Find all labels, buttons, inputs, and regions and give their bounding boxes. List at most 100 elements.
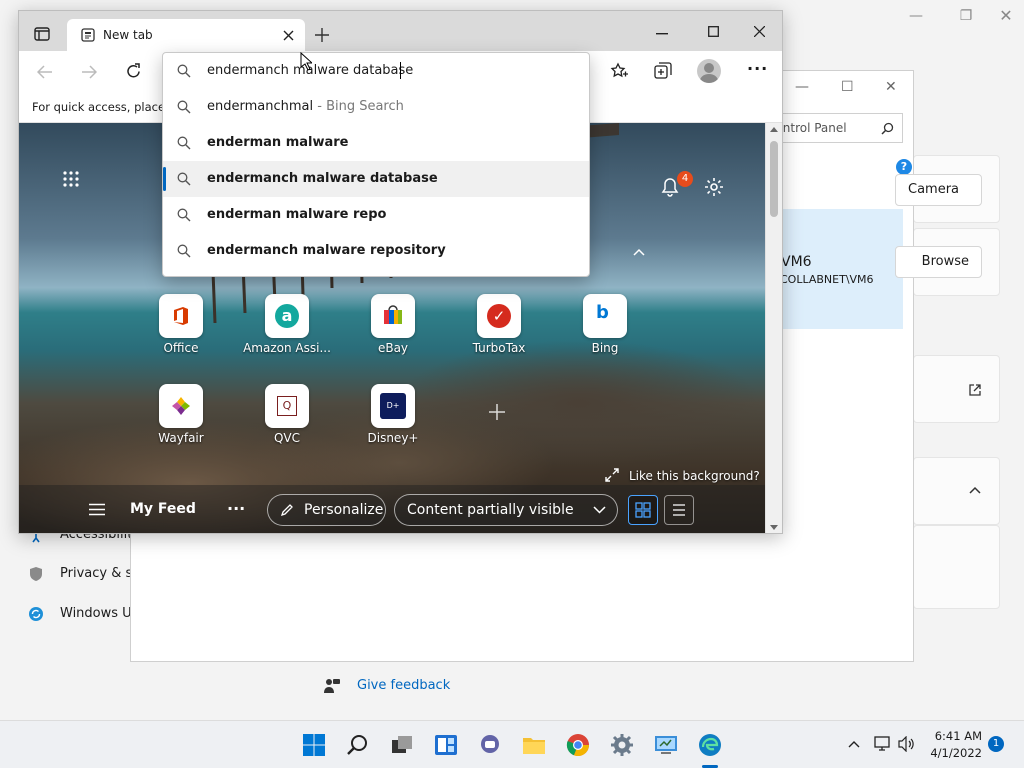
menu-hamburger-icon[interactable]	[89, 503, 105, 516]
office-icon	[174, 307, 188, 325]
browse-files-button[interactable]: Browse files	[895, 246, 982, 278]
tile-bing[interactable]: b	[583, 294, 627, 338]
tile-label-qvc: QVC	[273, 431, 301, 445]
account-domain: COLLABNET\VM6	[780, 273, 874, 286]
search-icon	[177, 64, 191, 78]
nav-item-privacy[interactable]: Privacy & security	[60, 566, 130, 581]
page-settings-gear-icon[interactable]	[704, 177, 724, 197]
suggestion-item[interactable]: endermanch malware database	[163, 161, 589, 197]
tile-office[interactable]	[159, 294, 203, 338]
chevron-up-icon[interactable]	[968, 485, 982, 495]
scrollbar-thumb[interactable]	[770, 141, 778, 217]
suggestion-query: endermanch malware database	[207, 171, 438, 186]
cp-maximize-button[interactable]: ☐	[841, 79, 854, 95]
network-icon[interactable]	[874, 736, 892, 752]
give-feedback-link[interactable]: Give feedback	[357, 678, 450, 693]
volume-icon[interactable]	[898, 736, 916, 752]
notification-center-badge[interactable]: 1	[988, 736, 1004, 752]
search-icon	[177, 244, 191, 258]
collapse-chevron-up-icon[interactable]	[633, 248, 645, 256]
refresh-icon[interactable]	[125, 63, 142, 80]
settings-and-more-icon[interactable]: ···	[747, 59, 768, 78]
help-icon[interactable]: ?	[896, 159, 912, 175]
personalize-button[interactable]: Personalize	[267, 494, 386, 526]
selected-indicator	[163, 167, 166, 191]
widgets-icon[interactable]	[434, 733, 458, 757]
like-background-link[interactable]: Like this background?	[629, 469, 760, 483]
minimize-icon[interactable]	[656, 33, 668, 35]
maximize-icon[interactable]	[708, 26, 719, 37]
address-bar[interactable]: endermanch malware database	[163, 53, 589, 89]
collections-icon[interactable]	[654, 62, 672, 80]
cp-search-input[interactable]: Search Control Panel	[782, 121, 847, 135]
suggestion-item[interactable]: enderman malware repo	[163, 197, 589, 233]
tile-turbotax[interactable]: ✓	[477, 294, 521, 338]
settings-card	[913, 457, 1000, 525]
account-panel: VM6 COLLABNET\VM6	[780, 209, 903, 329]
tile-qvc[interactable]: Q	[265, 384, 309, 428]
suggestion-source: - Bing Search	[313, 99, 404, 114]
feed-more-options-icon[interactable]: ···	[227, 499, 245, 518]
personalize-label: Personalize	[304, 502, 384, 518]
cp-search-box[interactable]: Search Control Panel	[781, 113, 903, 143]
tile-disney[interactable]: D+	[371, 384, 415, 428]
grid-layout-button[interactable]	[628, 495, 658, 525]
tab-title: New tab	[103, 28, 153, 42]
settings-close-button[interactable]: ✕	[996, 6, 1016, 26]
favorites-icon[interactable]	[610, 62, 628, 80]
list-layout-button[interactable]	[664, 495, 694, 525]
close-window-icon[interactable]	[754, 26, 765, 37]
expand-background-icon[interactable]	[605, 468, 619, 482]
qvc-icon: Q	[277, 396, 297, 416]
suggestion-item[interactable]: endermanchmal - Bing Search	[163, 89, 589, 125]
address-bar-dropdown: endermanch malware database endermanchma…	[162, 52, 590, 277]
new-tab-plus-icon[interactable]	[315, 28, 329, 42]
page-scrollbar[interactable]	[765, 123, 782, 533]
settings-maximize-button[interactable]: ❐	[956, 6, 976, 26]
show-hidden-icons-chevron-icon[interactable]	[848, 740, 860, 748]
chrome-icon[interactable]	[566, 733, 590, 757]
tab-actions-icon[interactable]	[34, 27, 50, 41]
settings-window-controls: — ❐ ✕	[884, 0, 1024, 34]
profile-avatar[interactable]	[697, 59, 721, 83]
cp-close-button[interactable]: ✕	[885, 79, 897, 95]
add-site-plus-icon[interactable]	[488, 403, 506, 421]
list-layout-icon	[673, 504, 685, 516]
suggestion-item[interactable]: endermanch malware repository	[163, 233, 589, 269]
close-tab-icon[interactable]	[283, 30, 294, 41]
start-windows-icon[interactable]	[302, 733, 326, 757]
search-icon	[177, 208, 191, 222]
control-panel-icon[interactable]	[654, 733, 678, 757]
suggestion-item[interactable]: enderman malware	[163, 125, 589, 161]
teams-chat-icon[interactable]	[478, 733, 502, 757]
suggestion-text: enderman malware	[207, 135, 349, 150]
tile-label-office: Office	[163, 341, 199, 355]
edge-icon[interactable]	[698, 733, 722, 757]
tile-ebay[interactable]	[371, 294, 415, 338]
my-feed-label[interactable]: My Feed	[130, 501, 196, 517]
scroll-up-arrow-icon[interactable]	[770, 127, 778, 132]
scroll-down-arrow-icon[interactable]	[770, 525, 778, 530]
tab-new-tab[interactable]: New tab	[67, 19, 305, 51]
file-explorer-icon[interactable]	[522, 733, 546, 757]
back-icon[interactable]	[37, 65, 53, 79]
cp-minimize-button[interactable]: —	[795, 79, 809, 95]
tile-wayfair[interactable]	[159, 384, 203, 428]
camera-button[interactable]: Camera	[895, 174, 982, 206]
suggestion-text: endermanchmal - Bing Search	[207, 99, 404, 114]
settings-minimize-button[interactable]: —	[906, 6, 926, 26]
nav-item-windows-update[interactable]: Windows Update	[60, 606, 130, 621]
content-visibility-dropdown[interactable]: Content partially visible	[394, 494, 618, 526]
tile-label-wayfair: Wayfair	[158, 431, 204, 445]
open-external-icon[interactable]	[968, 383, 982, 397]
task-view-icon[interactable]	[390, 733, 414, 757]
suggestion-query: enderman malware repo	[207, 207, 387, 222]
tile-amazon[interactable]: a	[265, 294, 309, 338]
taskbar-search-icon[interactable]	[346, 733, 370, 757]
clock-time[interactable]: 6:41 AM	[926, 729, 982, 743]
forward-icon[interactable]	[81, 65, 97, 79]
clock-date[interactable]: 4/1/2022	[926, 746, 982, 760]
settings-gear-icon[interactable]	[610, 733, 634, 757]
apps-launcher-icon[interactable]	[63, 171, 79, 187]
bing-icon: b	[596, 302, 609, 323]
